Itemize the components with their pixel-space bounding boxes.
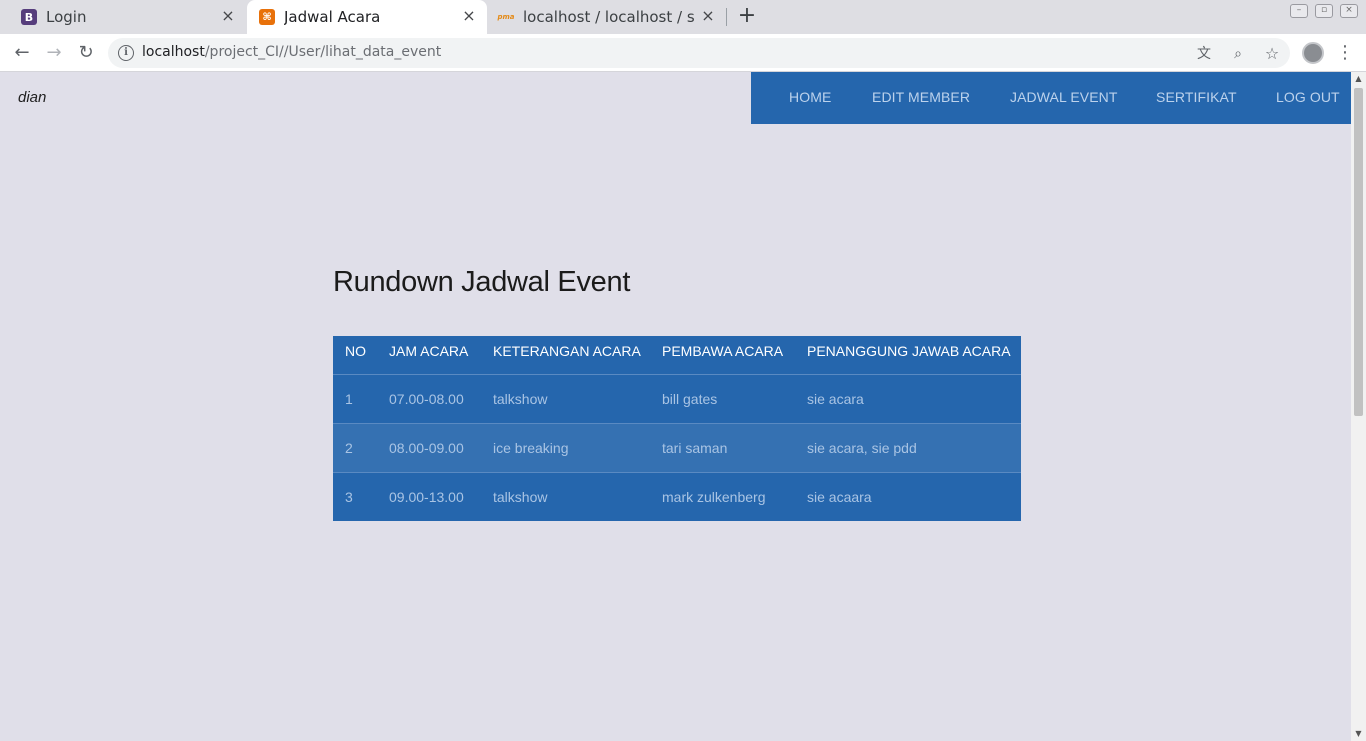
column-header: NO: [333, 336, 377, 375]
column-header: KETERANGAN ACARA: [481, 336, 650, 375]
tab-login[interactable]: B Login ×: [10, 0, 246, 34]
vertical-scrollbar[interactable]: ▲ ▼: [1351, 72, 1366, 741]
profile-avatar[interactable]: [1302, 42, 1324, 64]
column-header: PENANGGUNG JAWAB ACARA: [795, 336, 1021, 375]
tab-jadwal-acara[interactable]: ⌘ Jadwal Acara ×: [247, 0, 487, 34]
nav-home[interactable]: HOME: [789, 89, 831, 105]
top-navbar: HOME EDIT MEMBER JADWAL EVENT SERTIFIKAT…: [751, 72, 1351, 124]
nav-jadwal-event[interactable]: JADWAL EVENT: [1010, 89, 1118, 105]
event-schedule-table: NO JAM ACARA KETERANGAN ACARA PEMBAWA AC…: [333, 336, 1021, 521]
cell-penanggung-jawab: sie acaara: [795, 472, 1021, 521]
zoom-icon[interactable]: ⌕: [1229, 45, 1247, 63]
forward-icon[interactable]: →: [43, 42, 65, 64]
back-icon[interactable]: ←: [11, 42, 33, 64]
tab-title: Jadwal Acara: [284, 8, 381, 26]
star-icon[interactable]: ☆: [1263, 45, 1281, 63]
tab-separator: [726, 8, 727, 26]
cell-jam-acara: 07.00-08.00: [377, 374, 481, 424]
cell-no: 3: [333, 472, 377, 521]
column-header: JAM ACARA: [377, 336, 481, 375]
minimize-window-icon[interactable]: –: [1290, 4, 1308, 18]
reload-icon[interactable]: ↻: [75, 42, 97, 64]
cell-no: 2: [333, 423, 377, 473]
url-path: /project_CI//User/lihat_data_event: [204, 44, 442, 60]
nav-edit-member[interactable]: EDIT MEMBER: [872, 89, 970, 105]
brand-name[interactable]: dian: [18, 89, 46, 106]
tab-phpmyadmin[interactable]: pma localhost / localhost / ser ×: [488, 0, 726, 34]
cell-no: 1: [333, 374, 377, 424]
page-content: dian HOME EDIT MEMBER JADWAL EVENT SERTI…: [0, 72, 1351, 741]
nav-sertifikat[interactable]: SERTIFIKAT: [1156, 89, 1237, 105]
table-row: 2 08.00-09.00 ice breaking tari saman si…: [333, 423, 1021, 473]
cell-keterangan-acara: ice breaking: [481, 423, 650, 473]
cell-keterangan-acara: talkshow: [481, 472, 650, 521]
table-header-row: NO JAM ACARA KETERANGAN ACARA PEMBAWA AC…: [333, 336, 1021, 375]
cell-jam-acara: 08.00-09.00: [377, 423, 481, 473]
translate-icon[interactable]: 文: [1195, 45, 1213, 63]
close-tab-icon[interactable]: ×: [700, 8, 716, 24]
cell-pembawa-acara: mark zulkenberg: [650, 472, 795, 521]
table-row: 1 07.00-08.00 talkshow bill gates sie ac…: [333, 374, 1021, 424]
maximize-window-icon[interactable]: ▫: [1315, 4, 1333, 18]
cell-pembawa-acara: tari saman: [650, 423, 795, 473]
close-tab-icon[interactable]: ×: [220, 8, 236, 24]
cell-keterangan-acara: talkshow: [481, 374, 650, 424]
cell-pembawa-acara: bill gates: [650, 374, 795, 424]
menu-icon[interactable]: ⋮: [1336, 42, 1354, 64]
scroll-up-icon[interactable]: ▲: [1351, 74, 1366, 84]
phpmyadmin-favicon-icon: pma: [497, 13, 515, 21]
xampp-favicon-icon: ⌘: [259, 9, 275, 25]
page-title: Rundown Jadwal Event: [333, 266, 631, 298]
info-icon[interactable]: i: [118, 45, 134, 61]
cell-penanggung-jawab: sie acara, sie pdd: [795, 423, 1021, 473]
url-host: localhost: [142, 44, 205, 60]
new-tab-icon[interactable]: +: [736, 5, 758, 28]
url-text[interactable]: localhost/project_CI//User/lihat_data_ev…: [142, 44, 441, 60]
tab-title: localhost / localhost / ser: [523, 8, 695, 26]
bootstrap-favicon-icon: B: [21, 9, 37, 25]
tab-title: Login: [46, 8, 87, 26]
column-header: PEMBAWA ACARA: [650, 336, 795, 375]
cell-penanggung-jawab: sie acara: [795, 374, 1021, 424]
browser-toolbar: ← → ↻ i localhost/project_CI//User/lihat…: [0, 34, 1366, 72]
scrollbar-thumb[interactable]: [1354, 88, 1363, 416]
browser-tabstrip: B Login × ⌘ Jadwal Acara × pma localhost…: [0, 0, 1366, 34]
close-tab-icon[interactable]: ×: [461, 8, 477, 24]
nav-logout[interactable]: LOG OUT: [1276, 89, 1340, 105]
address-bar[interactable]: i localhost/project_CI//User/lihat_data_…: [108, 38, 1290, 68]
close-window-icon[interactable]: ×: [1340, 4, 1358, 18]
table-row: 3 09.00-13.00 talkshow mark zulkenberg s…: [333, 472, 1021, 521]
scroll-down-icon[interactable]: ▼: [1351, 729, 1366, 739]
cell-jam-acara: 09.00-13.00: [377, 472, 481, 521]
